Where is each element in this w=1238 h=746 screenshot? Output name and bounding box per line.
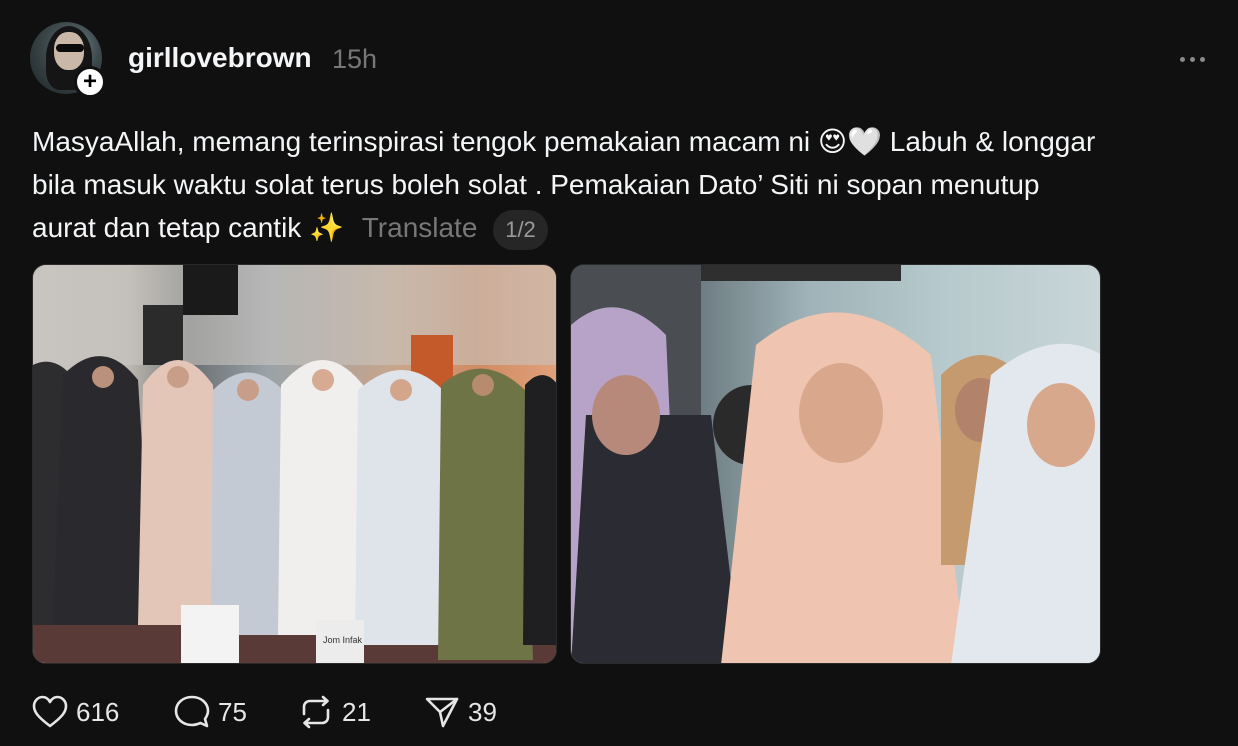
translate-link[interactable]: Translate xyxy=(362,212,478,243)
avatar[interactable]: + xyxy=(30,22,106,98)
follow-plus-icon[interactable]: + xyxy=(74,66,106,98)
like-button[interactable]: 616 xyxy=(32,692,119,732)
jom-infak-sign: Jom Infak xyxy=(323,635,363,645)
post-timestamp: 15h xyxy=(332,44,378,74)
comment-button[interactable]: 75 xyxy=(174,692,247,732)
more-options-icon[interactable] xyxy=(1170,44,1214,74)
share-button[interactable]: 39 xyxy=(424,692,497,732)
post-text: MasyaAllah, memang terinspirasi tengok p… xyxy=(32,120,1202,250)
repost-count: 21 xyxy=(342,696,371,727)
comment-count: 75 xyxy=(218,696,247,727)
repost-button[interactable]: 21 xyxy=(298,692,371,732)
media-page-indicator: 1/2 xyxy=(493,209,548,250)
username[interactable]: girllovebrown xyxy=(128,42,312,74)
share-count: 39 xyxy=(468,696,497,727)
comment-bubble-icon xyxy=(174,695,210,728)
like-count: 616 xyxy=(76,696,120,727)
post-image-1[interactable]: Jom Infak xyxy=(32,264,557,664)
post-image-2[interactable] xyxy=(570,264,1101,664)
heart-icon xyxy=(32,695,68,728)
emoji: 😍🤍 xyxy=(817,125,882,158)
send-icon xyxy=(425,697,459,728)
sparkles-emoji: ✨ xyxy=(309,211,344,244)
repost-icon xyxy=(302,695,330,729)
